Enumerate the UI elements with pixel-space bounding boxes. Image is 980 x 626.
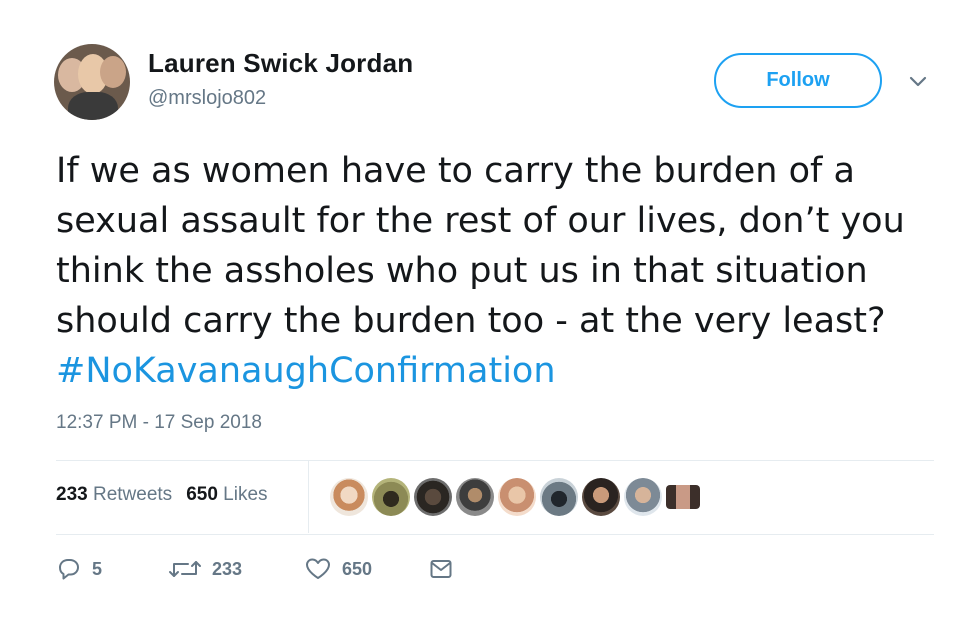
like-icon [306,558,330,579]
retweets-label: Retweets [92,484,173,505]
divider [56,534,934,535]
reply-count: 5 [92,558,103,579]
liker-avatar[interactable] [666,485,700,509]
retweet-icon [169,561,201,577]
tweet-text: If we as women have to carry the burden … [56,146,936,396]
liker-avatar[interactable] [540,478,578,516]
liker-avatar[interactable] [414,478,452,516]
caret-down-icon[interactable] [905,68,931,94]
like-action[interactable]: 650 [304,556,428,582]
liker-avatar[interactable] [582,478,620,516]
stats-separator [308,461,309,533]
liker-avatar[interactable] [372,478,410,516]
follow-button[interactable]: Follow [714,53,882,108]
author-handle[interactable]: @mrslojo802 [148,87,413,110]
tweet-actions: 5 233 650 [56,556,454,582]
retweets-count: 233 [56,484,88,505]
likes-label: Likes [223,484,268,505]
reply-icon [59,559,79,580]
tweet-card: Lauren Swick Jordan @mrslojo802 Follow I… [0,0,980,626]
tweet-text-body: If we as women have to carry the burden … [56,151,905,341]
liker-avatar[interactable] [624,478,662,516]
retweet-action[interactable]: 233 [168,556,304,582]
liker-avatar[interactable] [456,478,494,516]
like-count: 650 [342,558,373,579]
likes-stat[interactable]: 650 Likes [186,484,267,506]
direct-message-icon [430,560,452,578]
retweet-count: 233 [212,558,243,579]
retweets-stat[interactable]: 233 Retweets [56,484,172,506]
hashtag-link[interactable]: #NoKavanaughConfirmation [56,351,556,391]
likes-count: 650 [186,484,218,505]
liker-avatar[interactable] [498,478,536,516]
liker-avatars [330,478,700,516]
divider [56,460,934,461]
tweet-stats: 233 Retweets 650 Likes [56,484,268,506]
direct-message-action[interactable] [428,556,454,582]
tweet-timestamp[interactable]: 12:37 PM - 17 Sep 2018 [56,412,262,434]
author-display-name[interactable]: Lauren Swick Jordan [148,48,413,79]
author-info: Lauren Swick Jordan @mrslojo802 [148,48,413,110]
liker-avatar[interactable] [330,478,368,516]
author-avatar[interactable] [54,44,130,120]
reply-action[interactable]: 5 [56,556,168,582]
